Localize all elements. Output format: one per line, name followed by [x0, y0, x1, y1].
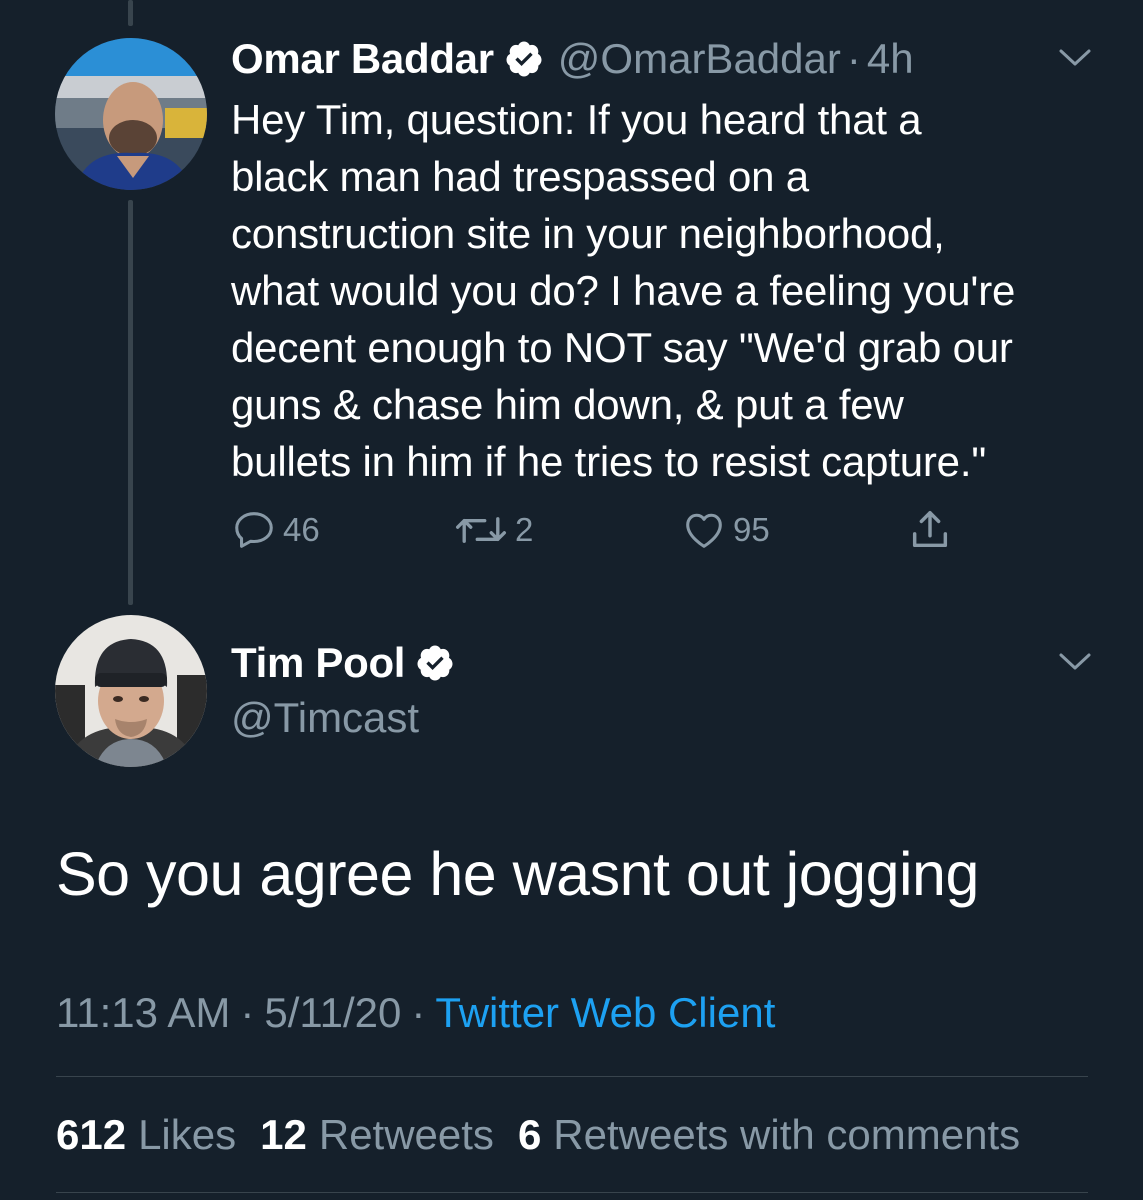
share-icon — [912, 511, 948, 548]
quotes-label: Retweets with comments — [553, 1110, 1021, 1158]
tweet-meta: 11:13 AM · 5/11/20 · Twitter Web Client — [56, 985, 775, 1040]
separator-dot: · — [411, 988, 426, 1036]
tweet-time[interactable]: 11:13 AM — [56, 989, 230, 1037]
retweets-count: 12 — [260, 1110, 307, 1158]
omar-display-name[interactable]: Omar Baddar — [231, 35, 494, 83]
likes-count: 612 — [56, 1110, 127, 1158]
quotes-count: 6 — [517, 1110, 542, 1158]
likes-stat[interactable]: 612 Likes — [56, 1111, 236, 1159]
reply-count: 46 — [283, 511, 320, 548]
tweet-date[interactable]: 5/11/20 — [264, 989, 401, 1037]
retweet-icon — [455, 517, 507, 543]
verified-badge-icon — [504, 39, 544, 79]
omar-header: Omar Baddar @OmarBaddar · 4h — [231, 34, 914, 84]
tim-display-name[interactable]: Tim Pool — [231, 639, 405, 687]
separator-dot: · — [846, 35, 861, 82]
omar-handle[interactable]: @OmarBaddar — [558, 35, 841, 83]
like-icon — [686, 513, 722, 548]
tim-handle[interactable]: @Timcast — [231, 694, 419, 742]
reply-icon — [235, 512, 273, 548]
chevron-down-icon[interactable] — [1058, 652, 1092, 672]
share-button[interactable] — [907, 500, 953, 560]
retweets-stat[interactable]: 12 Retweets — [260, 1111, 494, 1159]
divider — [56, 1192, 1088, 1193]
tim-header: Tim Pool — [231, 638, 455, 688]
verified-badge-icon — [415, 643, 455, 683]
tim-avatar[interactable] — [55, 615, 207, 767]
thread-line-top — [128, 0, 133, 26]
reply-tweet-text: Hey Tim, question: If you heard that a b… — [231, 96, 1016, 485]
retweet-count: 2 — [515, 511, 534, 548]
client-link[interactable]: Twitter Web Client — [435, 989, 775, 1037]
tweet-timestamp[interactable]: 4h — [867, 35, 914, 83]
retweets-label: Retweets — [318, 1110, 494, 1158]
likes-label: Likes — [138, 1110, 237, 1158]
reply-button[interactable]: 46 — [231, 500, 320, 560]
divider — [56, 1076, 1088, 1077]
chevron-down-icon[interactable] — [1058, 48, 1092, 68]
thread-line — [128, 200, 133, 605]
like-count: 95 — [733, 511, 770, 548]
engagement-stats: 612 Likes 12 Retweets 6 Retweets with co… — [56, 1107, 1044, 1162]
like-button[interactable]: 95 — [681, 500, 770, 560]
quotes-stat[interactable]: 6 Retweets with comments — [518, 1111, 1020, 1159]
tweet-actions: 46 2 95 — [231, 500, 991, 560]
separator-dot: · — [240, 988, 255, 1036]
main-tweet-text: So you agree he wasnt out jogging — [56, 840, 979, 908]
retweet-button[interactable]: 2 — [453, 500, 533, 560]
omar-avatar[interactable] — [55, 38, 207, 190]
